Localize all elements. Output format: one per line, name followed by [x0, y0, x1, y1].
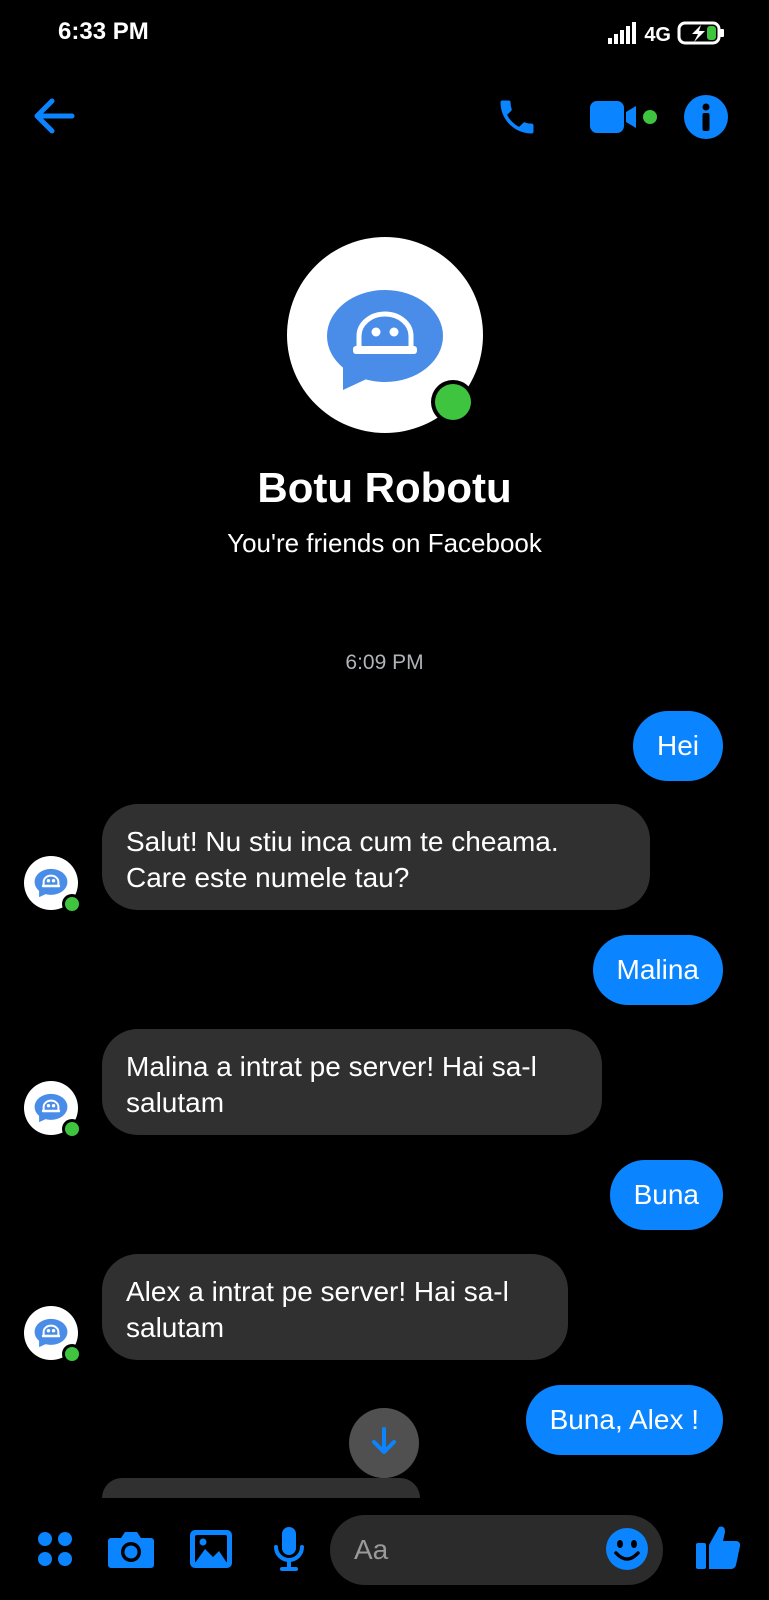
online-indicator: [62, 894, 82, 914]
incoming-message[interactable]: Salut! Nu stiu inca cum te cheama. Care …: [102, 804, 650, 910]
sender-avatar[interactable]: [24, 1081, 82, 1139]
outgoing-message[interactable]: Buna, Alex !: [525, 1385, 723, 1455]
info-icon: [683, 94, 729, 145]
incoming-message-partial: [102, 1478, 420, 1498]
like-button[interactable]: [692, 1522, 744, 1576]
emoji-icon: [605, 1527, 649, 1576]
audio-call-button[interactable]: [492, 94, 542, 144]
incoming-message[interactable]: Alex a intrat pe server! Hai sa-l saluta…: [102, 1254, 568, 1360]
outgoing-message[interactable]: Malina: [592, 935, 723, 1005]
signal-icon: [608, 21, 638, 49]
scroll-to-bottom-button[interactable]: [349, 1408, 419, 1478]
contact-name: Botu Robotu: [257, 464, 512, 511]
friendship-status: You're friends on Facebook: [227, 528, 542, 558]
online-indicator: [62, 1344, 82, 1364]
robot-chat-logo-icon: [325, 290, 445, 395]
outgoing-message[interactable]: Buna: [609, 1160, 723, 1230]
message-timestamp: 6:09 PM: [345, 651, 424, 674]
phone-icon: [495, 95, 539, 144]
arrow-down-icon: [369, 1426, 399, 1461]
more-actions-button[interactable]: [32, 1528, 78, 1574]
video-call-button[interactable]: [588, 96, 660, 142]
thumbs-up-icon: [695, 1523, 741, 1576]
sender-avatar[interactable]: [24, 1306, 82, 1364]
info-button[interactable]: [683, 94, 729, 145]
gallery-button[interactable]: [186, 1526, 236, 1576]
online-indicator: [62, 1119, 82, 1139]
back-arrow-icon: [32, 96, 76, 141]
menu-dots-icon: [35, 1529, 75, 1574]
emoji-button[interactable]: [603, 1527, 651, 1575]
microphone-icon: [272, 1525, 306, 1578]
battery-charging-icon: [677, 20, 727, 51]
voice-message-button[interactable]: [266, 1524, 312, 1578]
back-button[interactable]: [28, 92, 80, 144]
incoming-message[interactable]: Malina a intrat pe server! Hai sa-l salu…: [102, 1029, 602, 1135]
sender-avatar[interactable]: [24, 856, 82, 914]
gallery-icon: [189, 1529, 233, 1574]
online-indicator: [431, 380, 475, 424]
video-camera-icon: [588, 97, 660, 142]
status-icons: 4G: [608, 20, 727, 50]
camera-button[interactable]: [106, 1526, 156, 1576]
camera-icon: [107, 1528, 155, 1575]
status-time: 6:33 PM: [58, 18, 149, 45]
outgoing-message[interactable]: Hei: [632, 711, 723, 781]
network-type: 4G: [644, 23, 671, 46]
